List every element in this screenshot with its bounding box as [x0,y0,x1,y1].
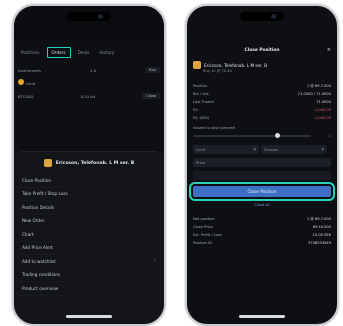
duration-value: Session [264,147,279,152]
volume-value: 1 [329,132,331,139]
order-type-select[interactable]: Limit ▾ [193,145,259,154]
menu-item-label: Take Profit / Stop Loss [22,191,68,197]
summary-row: Net position 1 @ 69.7.000 [193,215,331,222]
chevron-down-icon: ▾ [253,146,256,153]
list-item[interactable]: Instruments 1.0 Buy [18,66,160,74]
price-input[interactable]: Price [193,158,331,167]
close-all-link[interactable]: Close all [187,203,337,207]
menu-item-tp-sl[interactable]: Take Profit / Stop Loss [14,188,164,201]
volume-label: Volume to close (percent) [193,125,236,130]
menu-item-new-order[interactable]: New Order [14,215,164,228]
chevron-right-icon: › [154,258,156,265]
tab-bar: Positions Orders Deals History [18,45,160,59]
status-dot-icon [18,78,24,85]
instrument-name: Ericsson, Telefonab. L M ser. B [204,62,268,68]
stat-value: -1,000.00 [313,115,331,120]
stat-key: Bid / Ask [193,91,209,96]
summary-key: Net position [193,216,215,221]
menu-item-label: Trading conditions [22,272,61,278]
list-item[interactable]: BTCUSD 0.10 lot Close [18,92,160,100]
dialog-header: Close Position × [187,44,337,56]
action-sheet: Ericsson, Telefonab. L M ser. B Close Po… [14,151,164,324]
row-label: Instruments [18,67,41,73]
stat-key: P/L [193,107,199,112]
summary-value: -10.00 SEK [311,232,331,237]
menu-item-product-overview[interactable]: Product overview [14,282,164,296]
stat-row: Last Traded 71.0000 [193,98,331,105]
summary-row: Position ID 3748533949 [193,239,331,246]
menu-item-label: Chart [22,231,34,237]
menu-item-label: Product overview [22,285,59,291]
duration-select[interactable]: Session ▾ [261,145,327,154]
tab-deals[interactable]: Deals [75,48,93,57]
list-item[interactable]: Limit [18,78,160,86]
menu-item-label: Close Position [22,177,52,183]
menu-item-close-position[interactable]: Close Position [14,174,164,188]
close-position-button[interactable]: Close Position [189,182,335,201]
camera-icon [98,14,103,19]
order-type-value: Limit [196,147,206,152]
menu-item-price-alert[interactable]: Add Price Alert [14,242,164,255]
summary-key: Est. Profit / Loss [193,232,222,237]
dialog-title: Close Position [244,47,280,53]
close-icon[interactable]: × [327,44,331,56]
phone-left: Positions Orders Deals History Instrumen… [12,4,166,326]
row-action-button[interactable]: Buy [145,67,160,73]
notch [240,12,284,21]
menu-item-position-details[interactable]: Position Details [14,201,164,215]
menu-item-trading-conditions[interactable]: Trading conditions [14,269,164,282]
stat-value: 1 @ 69.7.000 [306,83,331,88]
row-action-button[interactable]: Close [142,93,160,99]
instrument-subtitle: Buy 10 @ 70.40 [203,69,232,73]
stat-row: P/L (SEK) -1,000.00 [193,114,331,121]
camera-icon [271,14,276,19]
stat-value: 71.0000 [316,99,331,104]
summary-value: 3748533949 [308,240,331,245]
phone-right: Close Position × Ericsson, Telefonab. L … [185,4,339,326]
row-value: 0.10 lot [80,93,96,99]
home-indicator [66,315,112,318]
stat-row: Position 1 @ 69.7.000 [193,82,331,89]
row-value: 1.0 [89,67,97,73]
menu-item-watchlist[interactable]: Add to watchlist › [14,255,164,269]
summary-value: 69.40.000 [312,224,331,229]
summary-value: 1 @ 69.7.000 [306,216,331,221]
stat-row: P/L -1,000.00 [193,106,331,113]
instrument-logo-icon [43,159,52,167]
sheet-title: Ericsson, Telefonab. L M ser. B [55,160,135,166]
instrument-header: Ericsson, Telefonab. L M ser. B [193,61,331,69]
volume-slider[interactable] [193,133,311,138]
stat-key: Last Traded [193,99,214,104]
menu-item-label: Add to watchlist [22,258,56,264]
notch [67,12,111,21]
extra-field[interactable] [193,171,331,180]
summary-row: Close Price 69.40.000 [193,223,331,230]
home-indicator [239,315,285,318]
chevron-down-icon: ▾ [321,146,324,153]
menu-item-label: New Order [22,218,45,224]
menu-item-label: Add Price Alert [22,245,53,251]
row-label: Limit [26,80,36,86]
menu-item-chart[interactable]: Chart [14,228,164,242]
tab-history[interactable]: History [96,48,117,57]
price-placeholder: Price [196,160,206,165]
summary-key: Position ID [193,240,212,245]
stat-row: Bid / Ask 71.0000 / 71.0000 [193,90,331,97]
stat-key: P/L (SEK) [193,115,210,120]
row-label: BTCUSD [18,93,34,99]
instrument-logo-icon [193,61,201,69]
summary-key: Close Price [193,224,213,229]
stat-value: 71.0000 / 71.0000 [297,91,331,96]
tab-positions[interactable]: Positions [18,48,43,57]
volume-value-text: 1 [328,133,331,138]
menu-item-label: Position Details [22,204,55,210]
summary-row: Est. Profit / Loss -10.00 SEK [193,231,331,238]
stat-key: Position [193,83,207,88]
sheet-header: Ericsson, Telefonab. L M ser. B [14,152,164,174]
tab-orders[interactable]: Orders [46,46,71,58]
orders-list: Instruments 1.0 Buy Limit BTCUSD 0.10 lo… [18,64,160,154]
slider-knob[interactable] [275,133,281,138]
stat-value: -1,000.00 [313,107,331,112]
